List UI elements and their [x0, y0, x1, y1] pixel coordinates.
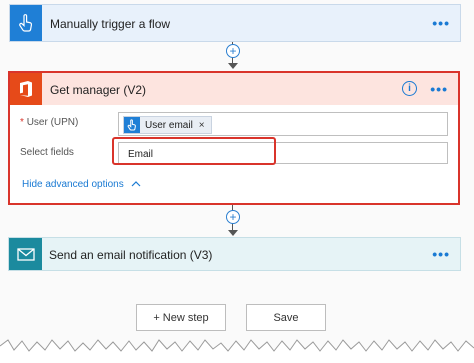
touch-hand-icon — [10, 5, 42, 41]
user-upn-label: * User (UPN) — [20, 117, 78, 128]
send-email-title: Send an email notification (V3) — [49, 248, 213, 262]
arrow-down-icon — [228, 63, 238, 69]
info-icon[interactable]: i — [402, 81, 417, 96]
user-upn-field[interactable]: User email × — [118, 112, 448, 136]
get-manager-card[interactable]: Get manager (V2) i ••• * User (UPN) User… — [8, 71, 460, 205]
trigger-card[interactable]: Manually trigger a flow ••• — [9, 4, 461, 42]
torn-edge-decoration — [0, 339, 474, 363]
new-step-button[interactable]: + New step — [136, 304, 226, 331]
add-step-button[interactable]: + — [226, 210, 240, 224]
mail-icon — [9, 238, 42, 270]
action-menu-button[interactable]: ••• — [430, 81, 448, 97]
office-icon — [10, 73, 42, 105]
chevron-up-icon — [131, 181, 140, 187]
save-button[interactable]: Save — [246, 304, 326, 331]
arrow-down-icon — [228, 230, 238, 236]
trigger-title: Manually trigger a flow — [50, 17, 171, 31]
add-step-button[interactable]: + — [226, 44, 240, 58]
trigger-menu-button[interactable]: ••• — [432, 15, 450, 31]
user-upn-label-text: User (UPN) — [26, 117, 79, 128]
send-email-card[interactable]: Send an email notification (V3) ••• — [8, 237, 461, 271]
select-fields-label: Select fields — [20, 147, 74, 158]
required-mark: * — [20, 117, 24, 128]
touch-hand-icon — [124, 117, 140, 133]
get-manager-title: Get manager (V2) — [50, 83, 147, 97]
token-remove-button[interactable]: × — [199, 120, 205, 131]
flow-designer-canvas: Manually trigger a flow ••• + Get manage… — [0, 0, 474, 363]
card-header[interactable]: Get manager (V2) i ••• — [10, 73, 458, 105]
send-email-menu-button[interactable]: ••• — [432, 246, 450, 262]
highlight-box — [112, 137, 276, 165]
hide-advanced-options-link[interactable]: Hide advanced options — [22, 179, 141, 190]
token-label: User email — [145, 119, 193, 131]
user-email-token[interactable]: User email × — [123, 116, 212, 134]
hide-advanced-options-label: Hide advanced options — [22, 179, 124, 190]
